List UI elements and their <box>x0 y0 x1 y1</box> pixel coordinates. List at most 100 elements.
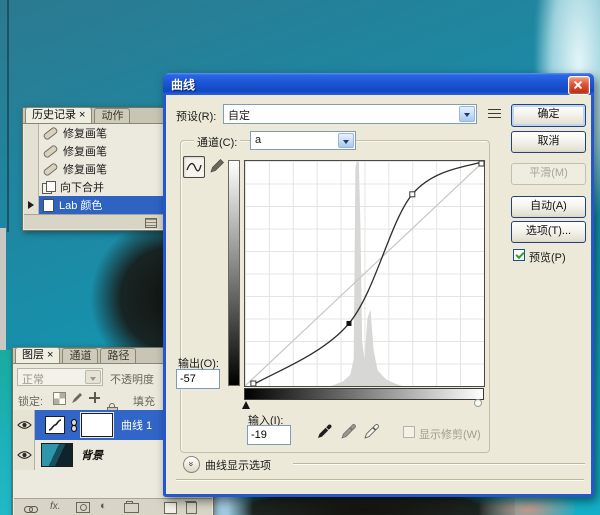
tab-channels[interactable]: 通道 <box>62 348 98 363</box>
edit-points-tool[interactable] <box>183 156 205 178</box>
history-item[interactable]: 修复画笔 <box>24 142 163 160</box>
output-input[interactable] <box>176 369 220 389</box>
tab-paths[interactable]: 路径 <box>100 348 136 363</box>
dialog-titlebar[interactable]: 曲线 <box>163 73 594 95</box>
link-layers-icon[interactable] <box>24 504 38 511</box>
document-icon <box>43 199 54 212</box>
tab-actions[interactable]: 动作 <box>94 108 130 123</box>
history-pointer-icon[interactable] <box>28 201 34 209</box>
close-icon[interactable] <box>568 76 590 95</box>
preset-options-icon[interactable] <box>488 109 501 120</box>
history-item[interactable]: 修复画笔 <box>24 124 163 142</box>
visibility-toggle[interactable] <box>14 440 35 470</box>
adjustment-layer-thumbnail[interactable] <box>45 416 65 434</box>
curve-graph[interactable] <box>244 160 485 387</box>
divider <box>293 463 585 465</box>
history-item[interactable]: 向下合并 <box>24 178 163 196</box>
show-clipping-label: 显示修剪(W) <box>419 426 481 442</box>
history-item-label: 修复画笔 <box>63 161 107 177</box>
curves-dialog: 曲线 预设(R): 自定 确定 取消 平滑(M) 自动(A) 选项(T)... … <box>163 73 594 497</box>
display-options-label: 曲线显示选项 <box>205 457 271 473</box>
history-item-label: Lab 颜色 <box>59 197 102 213</box>
gray-point-eyedropper-icon[interactable] <box>340 421 357 440</box>
photoshop-workspace: 历史记录 × 动作 修复画笔 修复画笔 修复画笔 向下合并 <box>0 0 600 515</box>
chevron-down-icon <box>459 106 475 122</box>
canvas-edge-line <box>7 0 9 232</box>
channel-dropdown[interactable]: a <box>250 131 356 150</box>
preset-label: 预设(R): <box>176 108 216 124</box>
visibility-toggle[interactable] <box>14 410 35 440</box>
history-panel: 历史记录 × 动作 修复画笔 修复画笔 修复画笔 向下合并 <box>22 107 165 231</box>
history-item-label: 修复画笔 <box>63 125 107 141</box>
adjustment-layer-icon[interactable]: ◐ <box>100 500 107 512</box>
fill-label: 填充 <box>133 393 155 409</box>
auto-button[interactable]: 自动(A) <box>511 196 586 218</box>
histogram <box>331 161 403 386</box>
new-layer-icon[interactable] <box>164 502 177 514</box>
channel-value: a <box>255 134 335 146</box>
history-state-gutter[interactable] <box>24 160 39 178</box>
history-panel-tabs: 历史记录 × 动作 <box>23 108 164 124</box>
curve-point[interactable] <box>251 381 256 386</box>
highlight-slider[interactable] <box>474 399 482 407</box>
ok-button[interactable]: 确定 <box>511 104 586 127</box>
smooth-button: 平滑(M) <box>511 163 586 185</box>
eye-icon <box>17 420 32 430</box>
history-item[interactable]: 修复画笔 <box>24 160 163 178</box>
curve-tool-icon <box>186 161 202 173</box>
lock-paint-brush-icon[interactable] <box>71 391 84 404</box>
pencil-tool[interactable] <box>207 156 227 176</box>
history-panel-footer <box>24 214 163 229</box>
lock-position-icon[interactable] <box>89 392 100 403</box>
blend-mode-dropdown[interactable]: 正常 <box>17 368 103 386</box>
preview-checkbox[interactable] <box>513 249 525 261</box>
history-item-label: 修复画笔 <box>63 143 107 159</box>
healing-brush-icon <box>42 162 58 177</box>
expand-options-icon[interactable]: » <box>183 456 200 473</box>
merge-down-icon <box>42 181 55 193</box>
preview-label: 预览(P) <box>529 249 566 265</box>
chevron-down-icon <box>85 370 101 384</box>
delete-layer-icon[interactable] <box>186 502 197 514</box>
curve-point-selected[interactable] <box>346 321 351 326</box>
pencil-icon <box>209 158 225 174</box>
eye-icon <box>17 450 32 460</box>
history-state-gutter[interactable] <box>24 142 39 160</box>
curve-point[interactable] <box>479 161 484 166</box>
preset-dropdown[interactable]: 自定 <box>223 104 477 124</box>
lock-label: 锁定: <box>18 393 43 409</box>
history-options-icon[interactable] <box>145 218 157 228</box>
canvas-photo-strip <box>0 350 11 515</box>
link-icon <box>71 419 77 432</box>
window-edge-strip <box>0 228 6 350</box>
input-input[interactable] <box>247 425 291 445</box>
baseline-diagonal <box>245 161 484 386</box>
white-point-eyedropper-icon[interactable] <box>363 421 380 440</box>
history-state-gutter[interactable] <box>24 124 39 142</box>
history-item-selected[interactable]: Lab 颜色 <box>24 196 163 214</box>
chevron-down-icon <box>338 133 354 148</box>
layer-name: 曲线 1 <box>121 417 152 433</box>
layer-mask-thumbnail[interactable] <box>81 413 113 437</box>
shadow-slider[interactable] <box>242 401 250 409</box>
options-button[interactable]: 选项(T)... <box>511 221 586 243</box>
preset-value: 自定 <box>228 107 456 123</box>
history-item-label: 向下合并 <box>60 179 104 195</box>
history-state-gutter[interactable] <box>24 196 39 214</box>
layer-image-thumbnail[interactable] <box>41 443 73 467</box>
channel-label: 通道(C): <box>194 134 240 150</box>
lock-transparency-icon[interactable] <box>53 392 66 405</box>
healing-brush-icon <box>42 144 58 159</box>
layer-style-fx-icon[interactable]: fx. <box>50 501 61 512</box>
tab-history[interactable]: 历史记录 × <box>25 107 92 123</box>
layer-name: 背景 <box>81 447 103 463</box>
black-point-eyedropper-icon[interactable] <box>316 421 333 440</box>
layer-group-icon[interactable] <box>124 503 139 513</box>
curve-plot[interactable] <box>245 161 484 386</box>
add-mask-icon[interactable] <box>76 502 90 513</box>
cancel-button[interactable]: 取消 <box>511 131 586 153</box>
input-gradient-bar <box>244 388 484 400</box>
curve-point[interactable] <box>410 192 415 197</box>
history-state-gutter[interactable] <box>24 178 39 196</box>
tab-layers[interactable]: 图层 × <box>15 347 60 363</box>
